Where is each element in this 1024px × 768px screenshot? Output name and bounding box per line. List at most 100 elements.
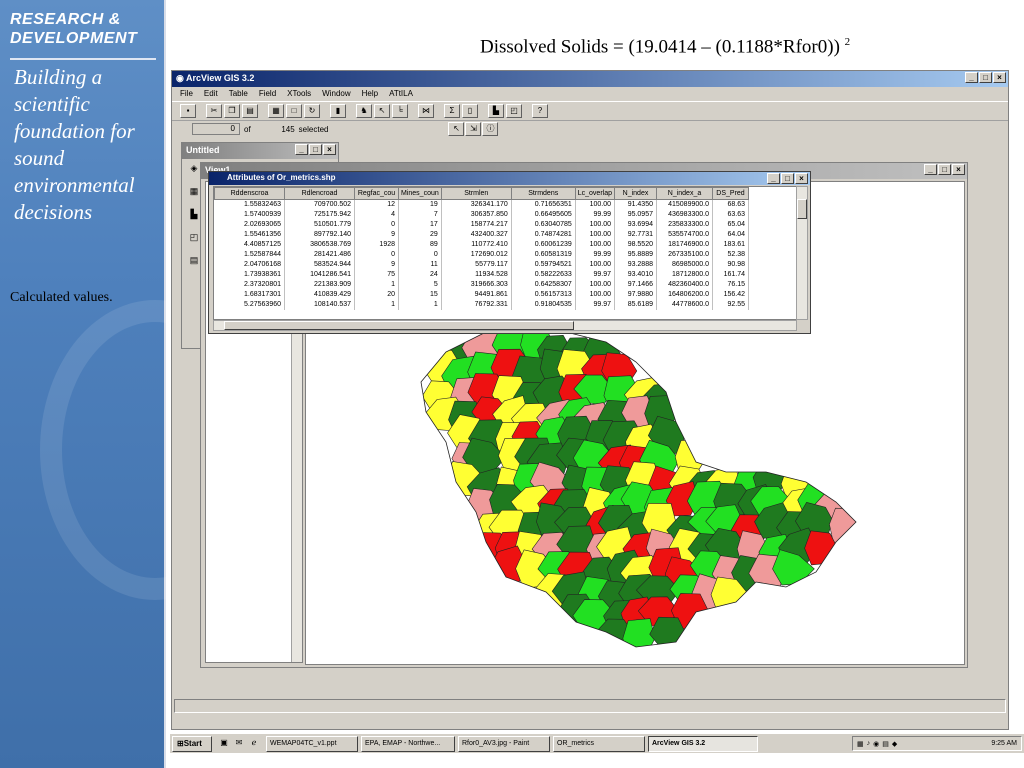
table-cell[interactable]: 94491.861: [441, 289, 512, 300]
menu-table[interactable]: Table: [229, 89, 248, 99]
project-titlebar[interactable]: Untitled _ □ ×: [182, 143, 338, 159]
sort-icon[interactable]: ╘: [392, 104, 408, 118]
table-cell[interactable]: 98.5520: [614, 239, 657, 250]
table-cell[interactable]: 306357.850: [441, 209, 512, 220]
select-none-icon[interactable]: □: [286, 104, 302, 118]
table-cell[interactable]: 0.56157313: [511, 289, 576, 300]
table-row[interactable]: 1.55832463 709700.502 12 19 326341.170 0.7165…: [214, 199, 749, 210]
table-cell[interactable]: 326341.170: [441, 199, 512, 210]
menu-window[interactable]: Window: [322, 89, 350, 99]
cut-icon[interactable]: ✂: [206, 104, 222, 118]
table-cell[interactable]: 100.00: [575, 279, 616, 290]
table-cell[interactable]: 3806538.769: [284, 239, 355, 250]
table-cell[interactable]: 17: [398, 219, 442, 230]
table-row[interactable]: 2.04706168 583524.944 9 11 55779.117 0.597945…: [214, 259, 749, 270]
pointer-tool-icon[interactable]: ↖: [448, 122, 465, 136]
table-cell[interactable]: 20: [354, 289, 399, 300]
vertical-scroll-thumb[interactable]: [797, 199, 807, 219]
table-row[interactable]: 2.37320801 221383.909 1 5 319666.303 0.642583…: [214, 279, 749, 290]
select-all-icon[interactable]: ▦: [268, 104, 284, 118]
table-cell[interactable]: 12: [354, 199, 399, 210]
table-cell[interactable]: 95.8889: [614, 249, 657, 260]
task-powerpoint[interactable]: WEMAP04TC_v1.ppt: [266, 735, 358, 752]
table-cell[interactable]: 1.52587844: [214, 249, 285, 260]
table-cell[interactable]: 1928: [354, 239, 399, 250]
task-browser[interactable]: EPA, EMAP - Northwe...: [361, 735, 455, 752]
table-cell[interactable]: 110772.410: [441, 239, 512, 250]
start-button[interactable]: ⊞Start: [172, 735, 212, 752]
outlook-icon[interactable]: ✉: [233, 738, 245, 750]
table-cell[interactable]: 709700.502: [284, 199, 355, 210]
table-cell[interactable]: 4: [354, 209, 399, 220]
project-close-button[interactable]: ×: [323, 144, 336, 155]
table-cell[interactable]: 432400.327: [441, 229, 512, 240]
close-button[interactable]: ×: [993, 72, 1006, 83]
chart-icon[interactable]: ▙: [488, 104, 504, 118]
table-cell[interactable]: 897792.140: [284, 229, 355, 240]
table-cell[interactable]: 5.27563960: [214, 299, 285, 310]
table-cell[interactable]: 0.60581319: [511, 249, 576, 260]
table-cell[interactable]: 1.55461356: [214, 229, 285, 240]
table-cell[interactable]: 0.60061239: [511, 239, 576, 250]
table-row[interactable]: 1.73938361 1041286.541 75 24 11934.528 0.5822…: [214, 269, 749, 280]
table-cell[interactable]: 75: [354, 269, 399, 280]
table-cell[interactable]: 0.59794521: [511, 259, 576, 270]
table-cell[interactable]: 90.98: [712, 259, 749, 270]
table-cell[interactable]: 510501.779: [284, 219, 355, 230]
layout-icon[interactable]: ◰: [506, 104, 522, 118]
table-cell[interactable]: 93.6994: [614, 219, 657, 230]
table-row[interactable]: 1.55461356 897792.140 9 29 432400.327 0.74874…: [214, 229, 749, 240]
project-minimize-button[interactable]: _: [295, 144, 308, 155]
menu-edit[interactable]: Edit: [204, 89, 218, 99]
tray-network-icon[interactable]: ▦: [857, 740, 864, 748]
table-cell[interactable]: 0.63040785: [511, 219, 576, 230]
table-cell[interactable]: 0.71656351: [511, 199, 576, 210]
find-icon[interactable]: ♞: [356, 104, 372, 118]
table-cell[interactable]: 65.04: [712, 219, 749, 230]
table-row[interactable]: 1.68317301 410839.429 20 15 94491.861 0.56157…: [214, 289, 749, 300]
table-cell[interactable]: 1: [398, 299, 442, 310]
table-cell[interactable]: 1: [354, 279, 399, 290]
table-cell[interactable]: 100.00: [575, 239, 616, 250]
attribute-titlebar[interactable]: Attributes of Or_metrics.shp _ □ ×: [209, 172, 810, 185]
tray-printer-icon[interactable]: ▤: [882, 740, 889, 748]
column-header[interactable]: Rddenscroa: [214, 187, 285, 200]
column-header[interactable]: Strmdens: [510, 187, 576, 200]
table-cell[interactable]: 91.4350: [614, 199, 657, 210]
promote-icon[interactable]: ▮: [330, 104, 346, 118]
column-header[interactable]: Rdlencroad: [284, 187, 355, 200]
menu-field[interactable]: Field: [259, 89, 276, 99]
table-cell[interactable]: 0: [354, 219, 399, 230]
table-cell[interactable]: 52.38: [712, 249, 749, 260]
edit-tool-icon[interactable]: ⇲: [465, 122, 482, 136]
identify-tool-icon[interactable]: ⓘ: [482, 122, 499, 136]
table-cell[interactable]: 76792.331: [441, 299, 512, 310]
table-cell[interactable]: 76.15: [712, 279, 749, 290]
table-cell[interactable]: 0.91804535: [511, 299, 576, 310]
attribute-vertical-scrollbar[interactable]: [796, 186, 808, 320]
table-cell[interactable]: 19: [398, 199, 442, 210]
table-cell[interactable]: 100.00: [575, 199, 616, 210]
table-cell[interactable]: 158774.217: [441, 219, 512, 230]
table-cell[interactable]: 99.99: [575, 209, 616, 220]
table-cell[interactable]: 24: [398, 269, 442, 280]
task-paint[interactable]: Rfor0_AV3.jpg - Paint: [458, 735, 550, 752]
table-cell[interactable]: 164806200.0: [656, 289, 713, 300]
table-cell[interactable]: 235833300.0: [656, 219, 713, 230]
join-icon[interactable]: ⋈: [418, 104, 434, 118]
table-cell[interactable]: 725175.942: [284, 209, 355, 220]
help-icon[interactable]: ?: [532, 104, 548, 118]
table-cell[interactable]: 64.04: [712, 229, 749, 240]
table-cell[interactable]: 11: [398, 259, 442, 270]
table-cell[interactable]: 0.64258307: [511, 279, 576, 290]
table-cell[interactable]: 29: [398, 229, 442, 240]
table-cell[interactable]: 267335100.0: [656, 249, 713, 260]
table-cell[interactable]: 85.6189: [614, 299, 657, 310]
table-row[interactable]: 2.02693065 510501.779 0 17 158774.217 0.63040…: [214, 219, 749, 230]
table-cell[interactable]: 1.73938361: [214, 269, 285, 280]
browser-icon[interactable]: ℯ: [248, 738, 260, 750]
table-cell[interactable]: 183.61: [712, 239, 749, 250]
table-cell[interactable]: 55779.117: [441, 259, 512, 270]
table-cell[interactable]: 108140.537: [284, 299, 355, 310]
column-header[interactable]: Mines_coun: [398, 187, 442, 200]
